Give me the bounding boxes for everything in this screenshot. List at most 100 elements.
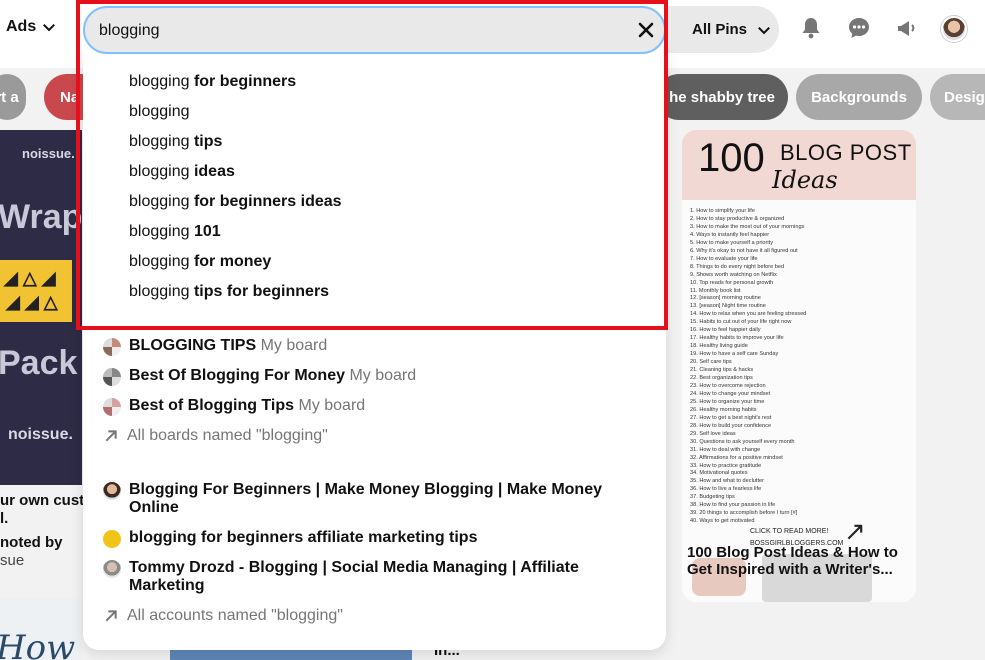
notifications-button[interactable] [797,14,825,42]
board-owner: My board [298,397,366,414]
idea-item: 14. How to relax when you are feeling st… [690,311,807,318]
search-suggestion[interactable]: blogging 101 [129,223,221,241]
chevron-down-icon [758,26,770,34]
suggestion-prefix: blogging [129,283,190,300]
pin-big-text: Pack it [0,344,82,382]
search-suggestion[interactable]: blogging tips for beginners [129,283,329,301]
idea-item: 10. Top reads for personal growth [690,279,774,286]
suggestion-prefix: blogging [129,163,190,180]
board-title: Best of Blogging Tips [129,397,295,414]
idea-item: 17. Healthy habits to improve your life [690,335,784,342]
ads-menu[interactable]: Ads [6,18,56,36]
search-suggestion[interactable]: blogging for beginners ideas [129,193,342,211]
idea-item: 37. Budgeting tips [690,494,735,501]
pin-brand-text: noissue. [8,426,73,443]
idea-item: 31. How to deal with change [690,446,761,453]
blog-post-ideas-pin[interactable]: 100 BLOG POST Ideas 1. How to simplify y… [682,130,916,602]
pin-product-image: ◢ △ ◢ ◢ ◢ △ [0,260,72,322]
suggestion-prefix: blogging [129,73,190,90]
account-name: Tommy Drozd - Blogging | Social Media Ma… [129,559,579,594]
promoted-pin-caption: ur own custo l. noted by sue [0,492,93,570]
search-suggestion[interactable]: blogging for beginners [129,73,296,91]
arrow-icon: ↗ [844,516,866,546]
account-name: blogging for beginners affiliate marketi… [129,529,478,546]
megaphone-icon [898,21,915,36]
suggestion-completion: tips [189,133,223,150]
board-thumbnail [103,398,121,416]
avatar[interactable] [941,16,967,42]
suggestion-completion: for beginners ideas [189,193,342,210]
chat-icon [849,18,869,38]
idea-item: 19. How to have a self care Sunday [690,351,779,358]
search-suggestion[interactable]: blogging for money [129,253,271,271]
clear-search-button[interactable] [634,18,658,42]
updates-button[interactable] [893,14,921,42]
pin-image[interactable]: How To [0,598,82,660]
account-name: Blogging For Beginners | Make Money Blog… [129,481,602,516]
account-result[interactable]: blogging for beginners affiliate marketi… [103,529,623,548]
idea-item: 2. How to stay productive & organized [690,215,785,222]
account-result[interactable]: Tommy Drozd - Blogging | Social Media Ma… [103,559,623,595]
chip-label: he shabby tree [669,88,775,106]
idea-item: 39. 20 things to accomplish before I tur… [690,510,798,517]
board-owner: My board [349,367,417,384]
all-boards-label: All boards named "blogging" [127,427,328,444]
idea-item: 9. Shows worth watching on Netflix [690,271,777,278]
idea-item: 33. How to practice gratitude [690,462,762,469]
category-chip[interactable]: he shabby tree [656,74,788,120]
chevron-down-icon [43,23,56,32]
idea-item: 11. Monthly book list [690,287,741,294]
messages-button[interactable] [845,14,873,42]
category-chip[interactable]: Desig [930,74,985,120]
chip-label: Desig [944,88,985,106]
idea-item: 6. Why it's okay to not have it all figu… [690,247,798,254]
idea-item: 16. How to feel happier daily [690,327,761,334]
ads-label: Ads [6,18,37,35]
idea-item: 1. How to simplify your life [690,208,755,214]
promoted-label: noted by [0,534,63,551]
search-bar[interactable] [83,6,666,54]
idea-item: 20. Self care tips [690,359,732,366]
pin-big-text: Wrap it [0,198,82,236]
close-icon [638,22,654,38]
suggestion-completion: 101 [189,223,221,240]
all-pins-filter[interactable]: All Pins [664,6,779,53]
all-accounts-link[interactable]: All accounts named "blogging" [103,607,343,625]
idea-item: 12. [season] morning routine [690,295,761,302]
board-owner: My board [260,337,328,354]
search-suggestion[interactable]: blogging tips [129,133,222,151]
promoted-pin-image[interactable]: noissue. Wrap it ◢ △ ◢ ◢ ◢ △ Pack it noi… [0,130,82,485]
search-suggestion[interactable]: blogging [129,103,190,121]
account-result[interactable]: Blogging For Beginners | Make Money Blog… [103,481,623,517]
idea-item: 22. Best organization tips [690,375,753,382]
idea-item: 7. How to evaluate your life [690,255,758,262]
idea-item: 34. Motivational quotes [690,470,748,477]
pin-script-title: Ideas [772,166,838,194]
suggestion-prefix: blogging [129,133,190,150]
idea-item: 26. Healthy morning habits [690,406,757,413]
idea-item: 28. How to build your confidence [690,422,772,429]
all-boards-link[interactable]: All boards named "blogging" [103,427,328,445]
category-chip[interactable]: Backgrounds [796,74,922,120]
idea-item: 32. Affirmations for a positive mindset [690,454,783,461]
chip-label: Backgrounds [811,88,907,106]
idea-item: 40. Ways to get motivated [690,518,755,525]
pin-caption[interactable]: 100 Blog Post Ideas & How to Get Inspire… [687,544,917,578]
board-result[interactable]: Best Of Blogging For Money My board [103,367,416,386]
account-avatar [103,530,121,548]
board-result[interactable]: Best of Blogging Tips My board [103,397,365,416]
search-suggestion[interactable]: blogging ideas [129,163,235,181]
category-chip[interactable]: rt a [0,74,26,120]
suggestion-prefix: blogging [129,223,190,240]
chip-label: rt a [0,88,19,106]
bell-icon [802,18,820,39]
suggestion-prefix: blogging [129,253,190,270]
chip-label: Na [60,88,80,106]
pin-cta: CLICK TO READ MORE! [750,528,829,535]
idea-item: 18. Healthy living guide [690,343,748,350]
idea-item: 5. How to make yourself a priority [690,239,774,246]
board-thumbnail [103,368,121,386]
search-input[interactable] [99,19,619,43]
idea-item: 38. How to find your passion in life [690,502,776,509]
board-result[interactable]: BLOGGING TIPS My board [103,337,327,356]
